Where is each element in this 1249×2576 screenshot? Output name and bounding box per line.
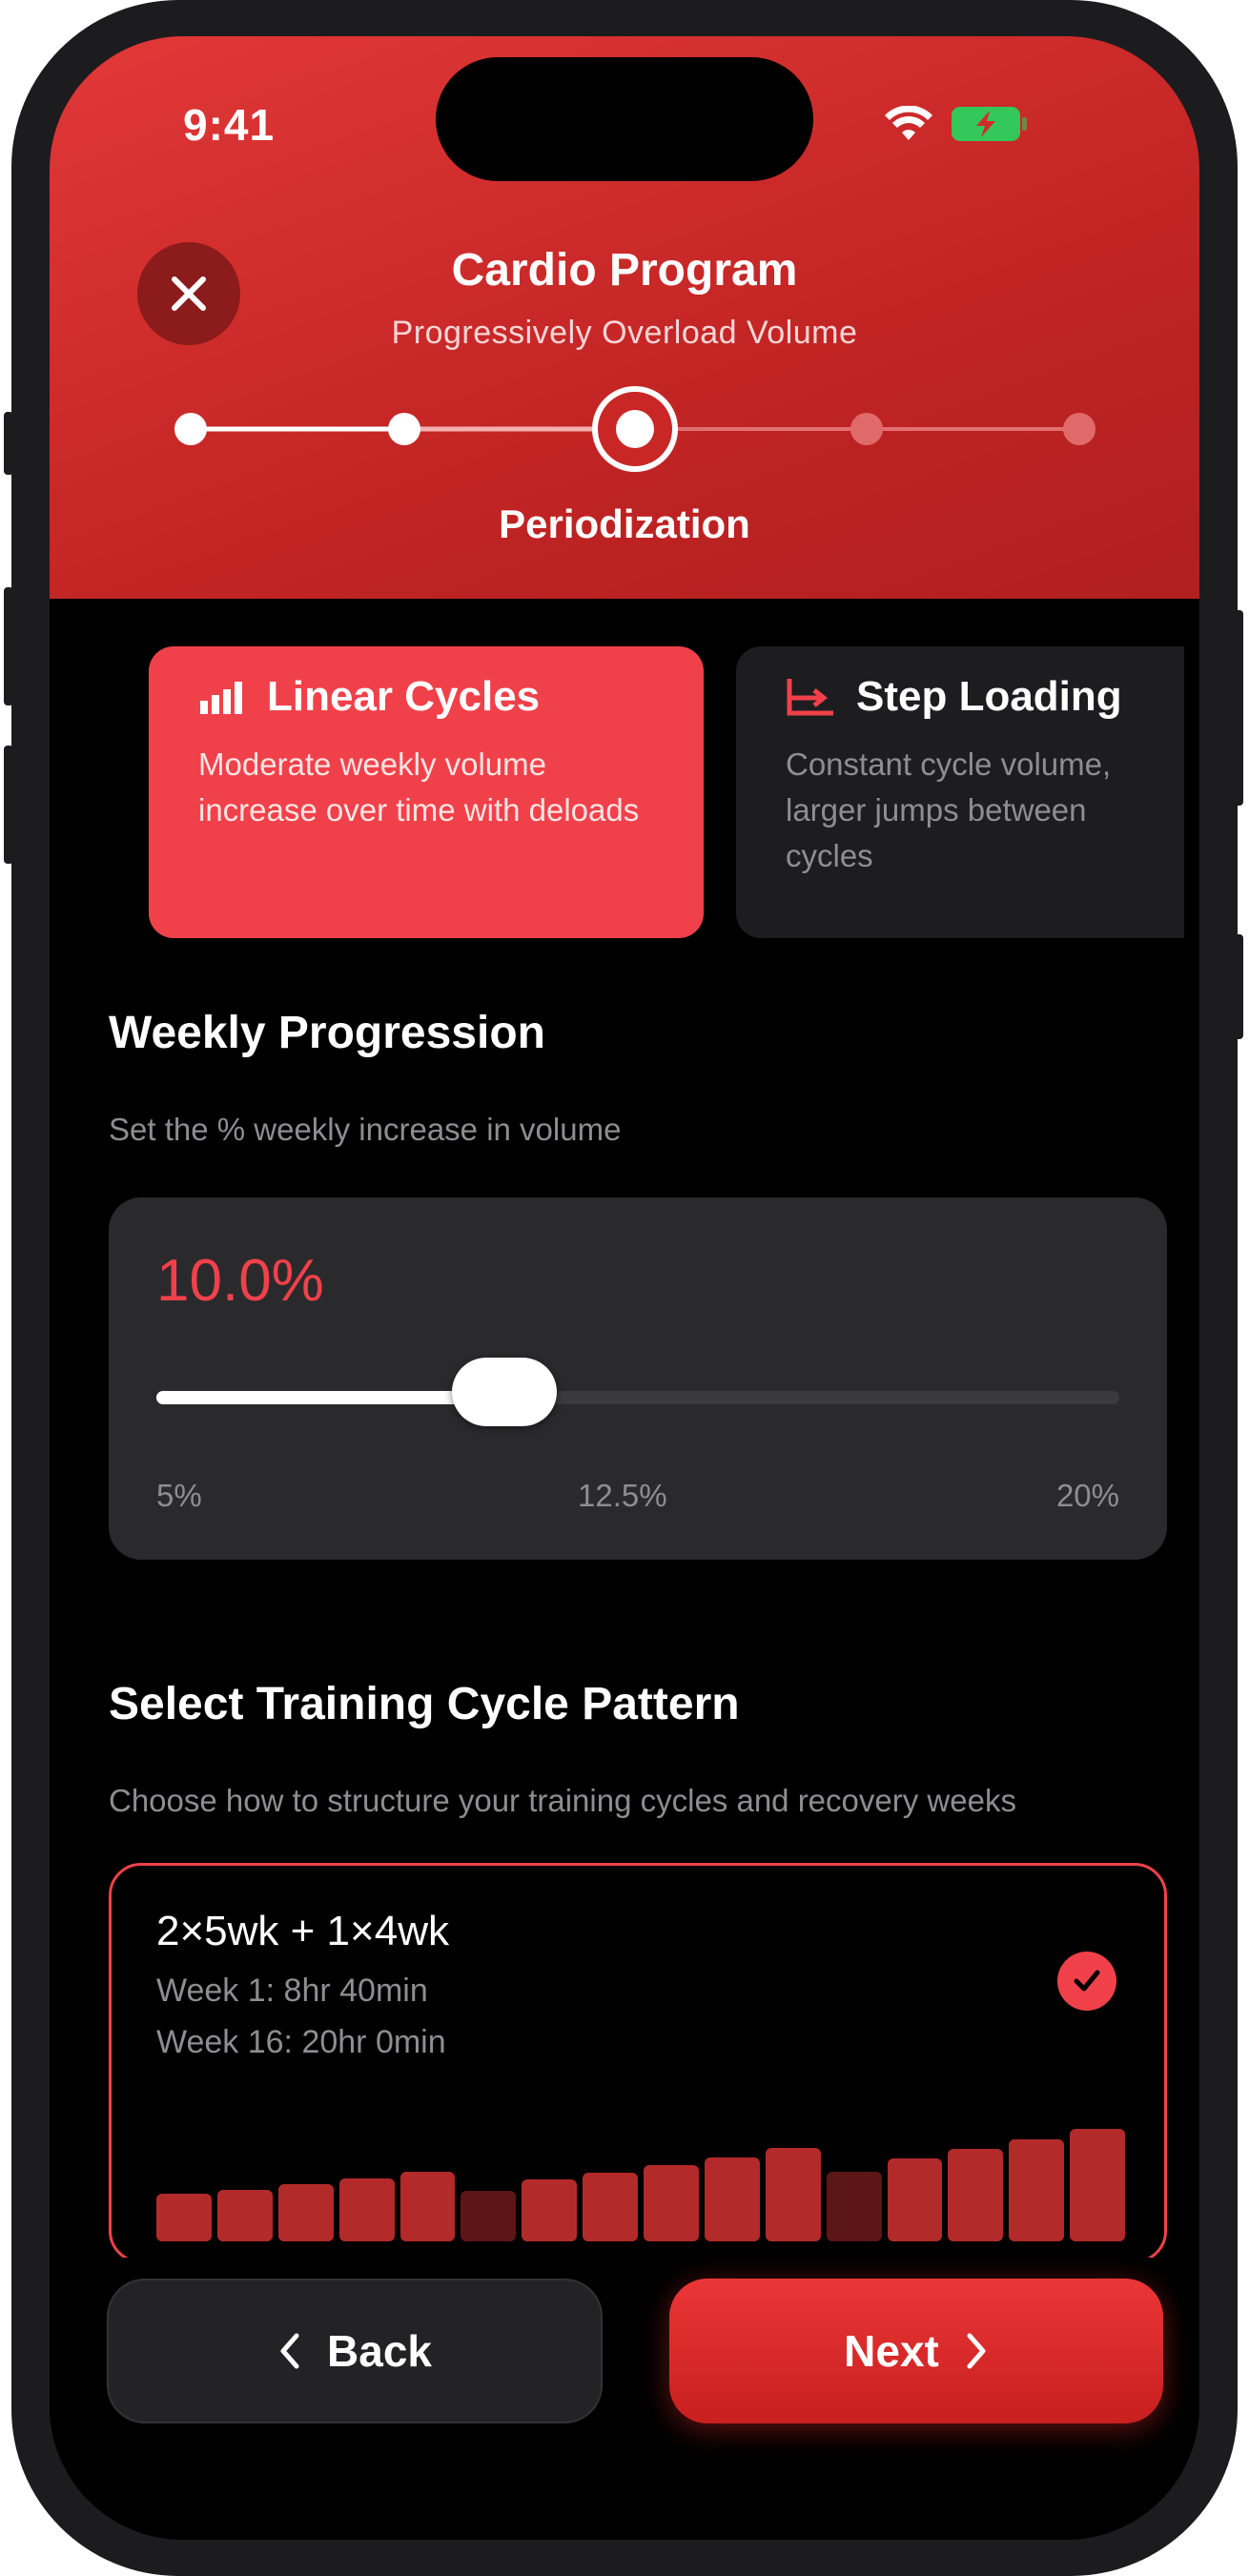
wifi-icon [885,105,932,147]
bar-chart-icon [200,682,242,714]
progression-card-step[interactable]: Step Loading Constant cycle volume, large… [736,646,1184,938]
volume-bar-week-13 [887,2157,943,2241]
volume-up-button [4,587,13,705]
volume-bar-week-15 [1009,2138,1065,2241]
progression-card-linear[interactable]: Linear Cycles Moderate weekly volume inc… [149,646,704,938]
progression-card-title: Linear Cycles [267,673,541,720]
progression-type-selector: Linear Cycles Moderate weekly volume inc… [50,646,1199,951]
volume-bar-week-9 [644,2164,699,2241]
step-1-dot[interactable] [174,413,207,445]
weekly-volume-chart [156,2108,1125,2241]
program-header: 9:41 Cardio Program Progressively Overlo… [50,36,1199,599]
footer-nav: Back Next [50,2258,1199,2540]
slider-mid-label: 12.5% [578,1478,667,1513]
cycle-pattern-subtitle: Choose how to structure your training cy… [109,1783,1016,1818]
side-button [1234,934,1243,1039]
slider-max-label: 20% [1055,1478,1119,1513]
step-5-dot[interactable] [1063,413,1095,445]
cycle-pattern-title: Select Training Cycle Pattern [109,1679,740,1729]
device-frame: 9:41 Cardio Program Progressively Overlo… [4,0,1243,2576]
slider-min-label: 5% [156,1478,202,1513]
next-label: Next [844,2326,939,2376]
chevron-right-icon [967,2333,986,2369]
battery-charging-icon [950,105,1028,148]
step-chart-icon [787,679,833,716]
action-button [4,412,13,475]
volume-bar-week-12 [826,2171,882,2241]
volume-bar-week-6 [461,2190,517,2241]
slider-track[interactable] [156,1358,1119,1426]
volume-bar-week-3 [277,2183,334,2241]
selected-check [1057,1952,1116,2011]
volume-bar-week-4 [338,2177,395,2241]
screen: 9:41 Cardio Program Progressively Overlo… [50,36,1199,2540]
slider-thumb[interactable] [452,1358,557,1426]
volume-bar-week-14 [948,2149,1004,2241]
page-title: Cardio Program [451,245,798,296]
pattern-name: 2×5wk + 1×4wk [156,1908,449,1954]
volume-bar-week-8 [583,2173,638,2241]
progression-card-description: Constant cycle volume, larger jumps betwe… [786,746,1112,873]
current-step-label: Periodization [499,501,750,546]
back-label: Back [327,2326,432,2376]
pattern-week-first: Week 1: 8hr 40min [156,1973,428,2009]
volume-bar-week-7 [522,2179,578,2241]
volume-bar-week-10 [704,2157,760,2241]
power-button [1234,610,1243,806]
volume-bar-week-5 [399,2171,456,2241]
next-button[interactable]: Next [669,2279,1163,2423]
progression-card-title: Step Loading [856,673,1122,720]
weekly-progression-title: Weekly Progression [109,1008,545,1058]
cycle-pattern-option[interactable]: 2×5wk + 1×4wk Week 1: 8hr 40min Week 16:… [109,1863,1167,2263]
checkmark-icon [1074,1970,1100,1992]
volume-bar-week-2 [216,2189,273,2241]
volume-down-button [4,746,13,864]
step-3-dot-inner [616,410,654,448]
weekly-progression-slider-card: 10.0% 5% 12.5% 20% [109,1197,1167,1560]
volume-bar-week-16 [1070,2129,1125,2241]
pattern-week-last: Week 16: 20hr 0min [156,2024,446,2060]
volume-bar-week-1 [156,2194,212,2241]
chevron-left-icon [280,2333,299,2369]
volume-bar-week-11 [765,2148,821,2241]
step-2-dot[interactable] [388,413,420,445]
progression-card-description: Moderate weekly volume increase over tim… [198,746,640,828]
step-4-dot[interactable] [850,413,883,445]
slider-value: 10.0% [156,1248,324,1314]
page-subtitle: Progressively Overload Volume [391,315,858,351]
status-time: 9:41 [183,100,276,150]
status-icons [885,105,1028,148]
back-button[interactable]: Back [107,2279,603,2423]
weekly-progression-subtitle: Set the % weekly increase in volume [109,1112,622,1147]
dynamic-island [436,57,813,181]
